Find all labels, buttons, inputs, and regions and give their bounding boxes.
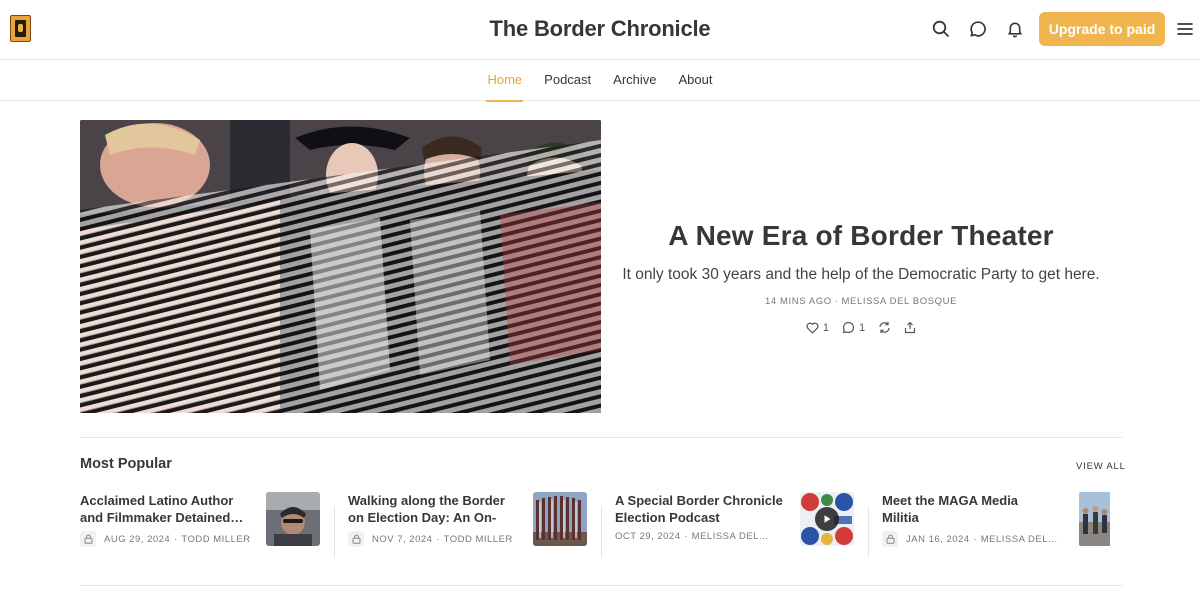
hero-time: 14 MINS AGO xyxy=(764,296,832,307)
post-meta: AUG 29, 2024 ∙ TODD MILLER xyxy=(80,531,251,547)
lock-icon xyxy=(348,531,364,547)
restack-icon xyxy=(879,322,890,333)
lock-icon xyxy=(882,531,898,547)
meta-separator: ∙ xyxy=(684,531,688,542)
post-author[interactable]: MELISSA DEL… xyxy=(692,531,769,542)
nav-about[interactable]: About xyxy=(678,60,714,101)
hero-author[interactable]: MELISSA DEL BOSQUE xyxy=(842,296,958,307)
meta-separator: ∙ xyxy=(174,533,178,545)
post-date: NOV 7, 2024 xyxy=(372,533,433,545)
post-author[interactable]: MELISSA DEL… xyxy=(981,534,1058,545)
post-date: AUG 29, 2024 xyxy=(104,533,171,545)
post-thumbnail[interactable] xyxy=(1079,492,1110,546)
post-meta: JAN 16, 2024 ∙ MELISSA DEL… xyxy=(882,531,1058,547)
hero-actions: 1 1 xyxy=(621,321,1101,334)
popular-post-4[interactable]: Meet the MAGA Media Militia JAN 16, 2024… xyxy=(882,492,1110,558)
like-button[interactable]: 1 xyxy=(806,322,829,334)
site-header: The Border Chronicle Upgrade to paid xyxy=(0,0,1200,60)
popular-post-1[interactable]: Acclaimed Latino Author and Filmmaker De… xyxy=(80,492,320,558)
post-author[interactable]: TODD MILLER xyxy=(181,534,250,545)
like-count: 1 xyxy=(822,321,829,334)
comment-button[interactable]: 1 xyxy=(842,321,865,334)
card-separator xyxy=(334,506,335,558)
hero-post: A New Era of Border Theater It only took… xyxy=(621,220,1101,334)
card-separator xyxy=(868,506,869,558)
search-icon[interactable] xyxy=(930,18,952,40)
post-title[interactable]: Walking along the Border on Election Day… xyxy=(348,492,524,526)
card-separator xyxy=(601,506,602,558)
bell-icon[interactable] xyxy=(1004,18,1026,40)
view-all-link[interactable]: VIEW ALL xyxy=(1076,461,1126,472)
lock-icon xyxy=(80,531,96,547)
post-title[interactable]: A Special Border Chronicle Election Podc… xyxy=(615,492,791,526)
post-thumbnail[interactable] xyxy=(533,492,587,546)
post-meta: NOV 7, 2024 ∙ TODD MILLER xyxy=(348,531,513,547)
menu-icon[interactable] xyxy=(1174,18,1196,40)
hero-meta: 14 MINS AGO ∙ MELISSA DEL BOSQUE xyxy=(621,296,1101,307)
play-icon[interactable] xyxy=(815,507,839,531)
post-date: OCT 29, 2024 xyxy=(615,531,681,542)
section-divider xyxy=(80,437,1122,438)
comment-count: 1 xyxy=(859,321,866,334)
post-date: JAN 16, 2024 xyxy=(906,533,970,545)
post-thumbnail[interactable] xyxy=(266,492,320,546)
nav-podcast[interactable]: Podcast xyxy=(543,60,592,101)
meta-separator: ∙ xyxy=(436,533,440,545)
upgrade-button[interactable]: Upgrade to paid xyxy=(1039,12,1165,46)
main-nav: Home Podcast Archive About xyxy=(0,60,1200,102)
post-meta: OCT 29, 2024 ∙ MELISSA DEL… xyxy=(615,531,769,542)
hero-image[interactable] xyxy=(80,120,601,413)
hero-title[interactable]: A New Era of Border Theater xyxy=(621,220,1101,252)
nav-archive[interactable]: Archive xyxy=(612,60,657,101)
post-title[interactable]: Meet the MAGA Media Militia xyxy=(882,492,1058,526)
share-button[interactable] xyxy=(904,321,916,334)
post-thumbnail[interactable] xyxy=(800,492,854,546)
post-author[interactable]: TODD MILLER xyxy=(444,534,513,545)
popular-post-3[interactable]: A Special Border Chronicle Election Podc… xyxy=(615,492,855,558)
comment-icon xyxy=(842,321,855,334)
heart-icon xyxy=(806,322,819,333)
popular-post-2[interactable]: Walking along the Border on Election Day… xyxy=(348,492,588,558)
restack-button[interactable] xyxy=(878,321,891,334)
post-title[interactable]: Acclaimed Latino Author and Filmmaker De… xyxy=(80,492,256,526)
most-popular-heading: Most Popular xyxy=(80,456,172,472)
chat-icon[interactable] xyxy=(967,18,989,40)
bottom-divider xyxy=(80,585,1122,586)
meta-separator: ∙ xyxy=(835,296,839,307)
share-icon xyxy=(905,321,916,334)
hero-subtitle: It only took 30 years and the help of th… xyxy=(622,266,1100,283)
nav-home[interactable]: Home xyxy=(486,60,523,102)
meta-separator: ∙ xyxy=(973,533,977,545)
